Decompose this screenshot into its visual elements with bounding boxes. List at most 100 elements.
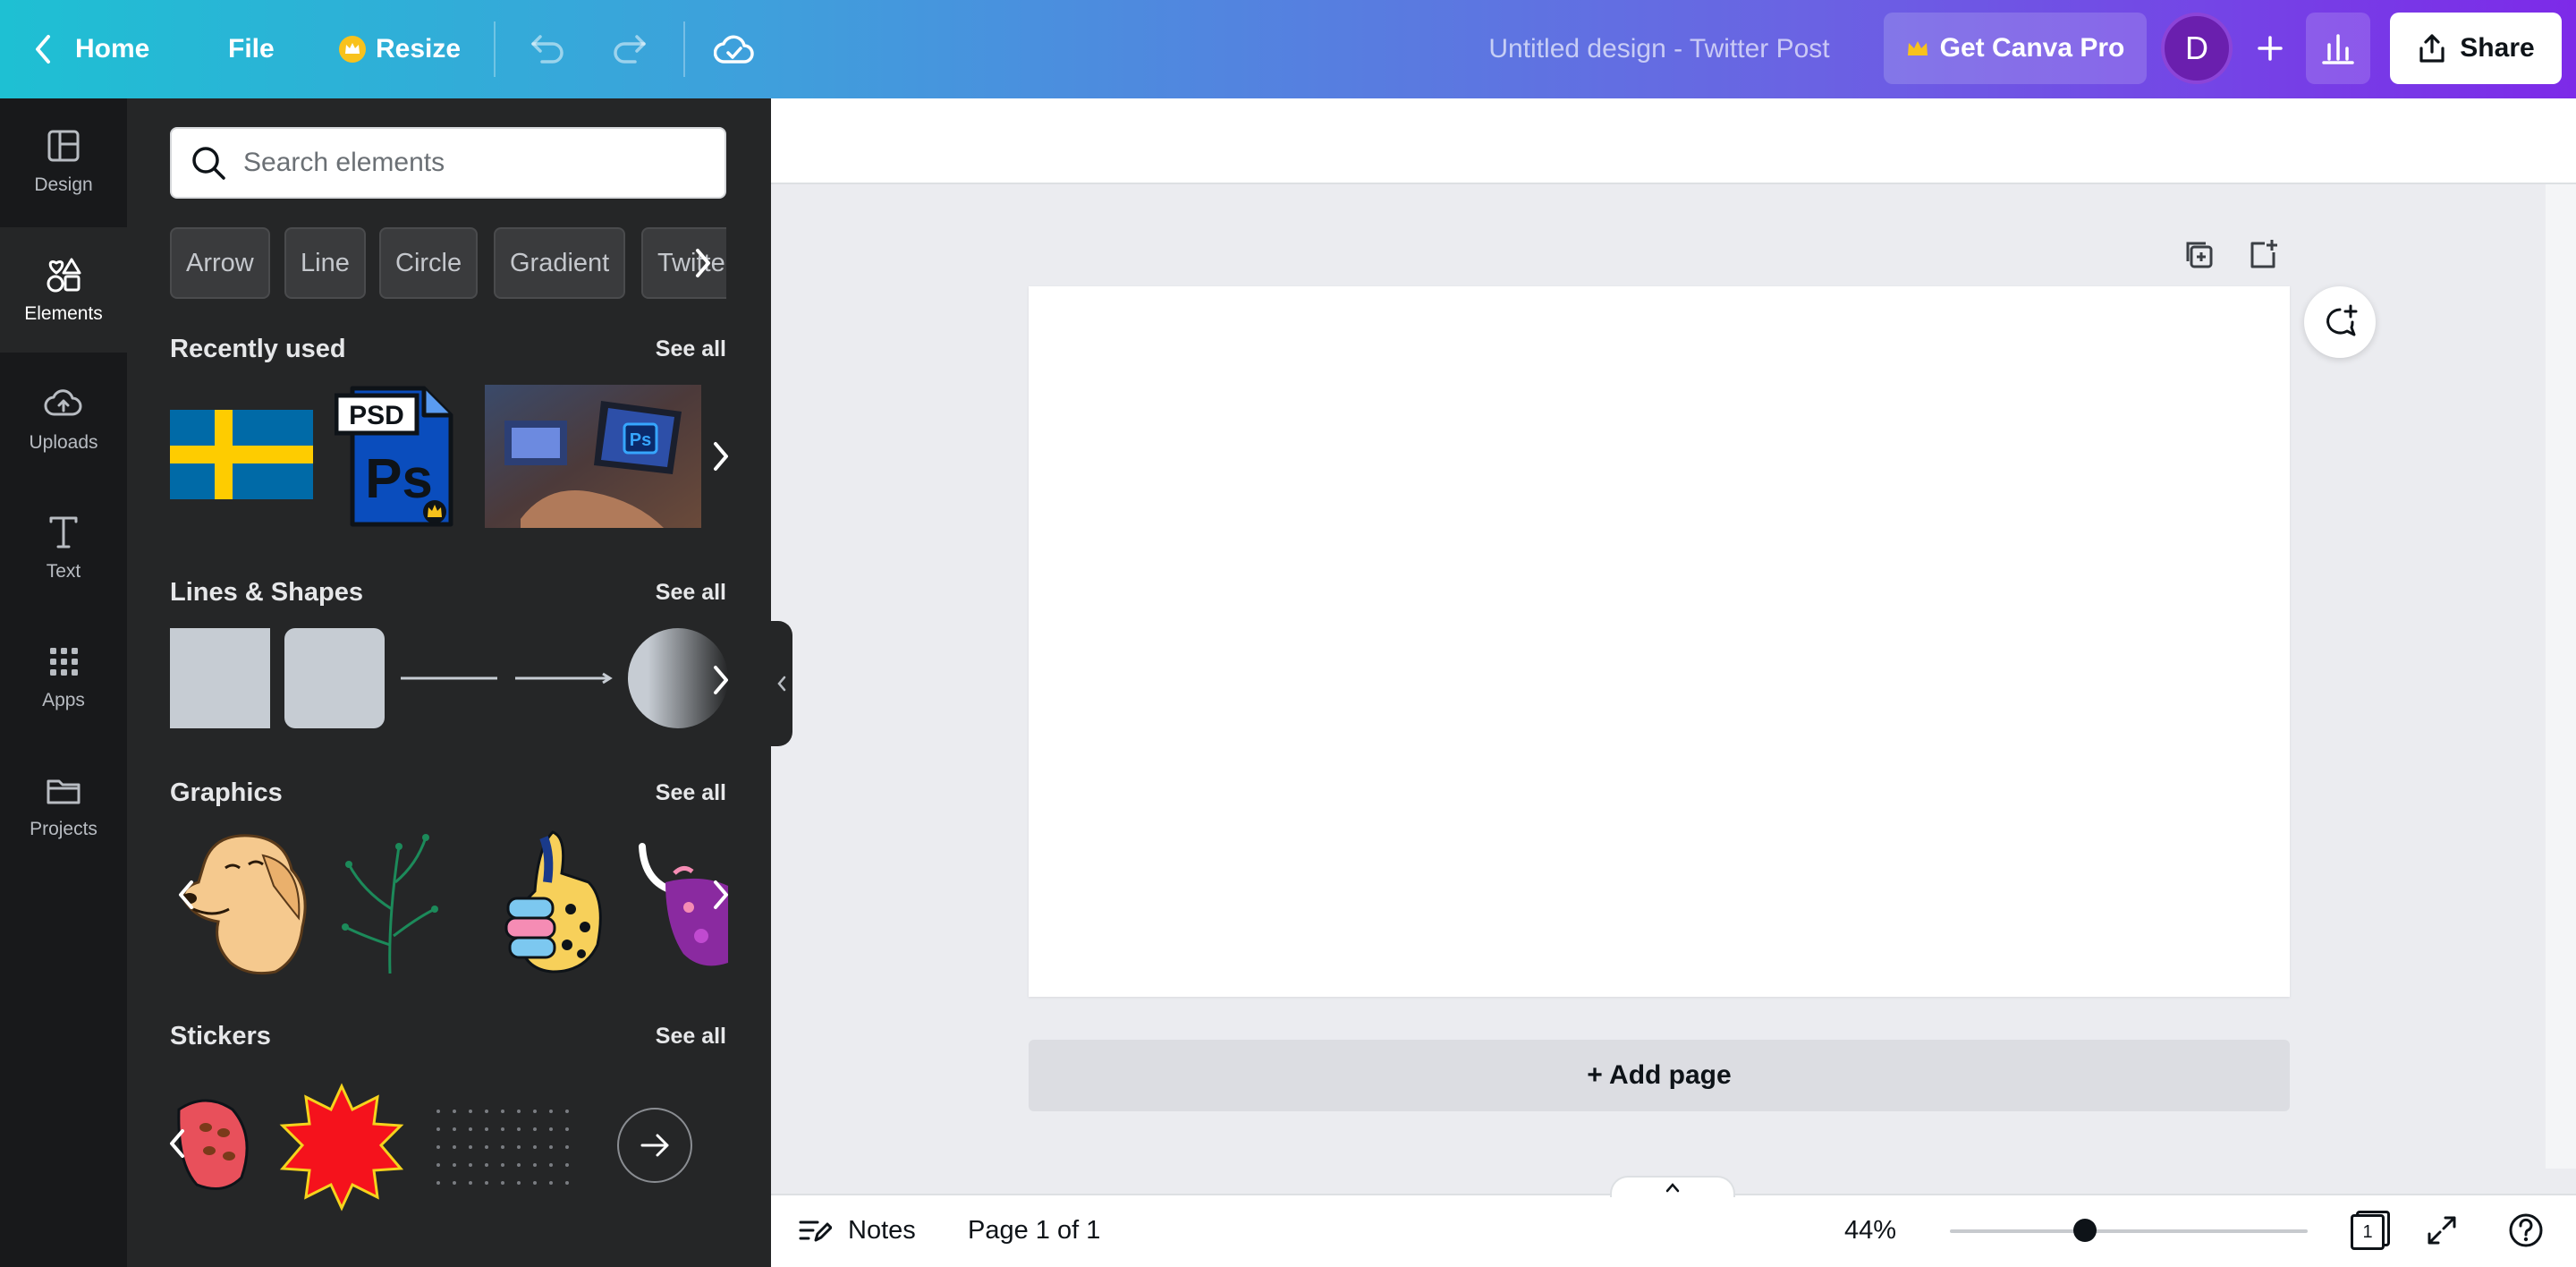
ps-label: Ps bbox=[365, 448, 433, 510]
add-page-icon bbox=[2250, 240, 2277, 268]
undo-icon bbox=[531, 35, 564, 64]
rail-item-elements[interactable]: Elements bbox=[0, 227, 127, 353]
crown-icon bbox=[339, 36, 366, 63]
show-pages-button[interactable] bbox=[1610, 1176, 1735, 1197]
chip-gradient[interactable]: Gradient bbox=[494, 227, 626, 299]
page-indicator: Page 1 of 1 bbox=[968, 1215, 1101, 1245]
see-all-recent-link[interactable]: See all bbox=[656, 336, 726, 362]
divider bbox=[683, 21, 685, 77]
undo-button[interactable] bbox=[528, 0, 567, 98]
see-all-stickers-link[interactable]: See all bbox=[656, 1024, 726, 1050]
line-shape-tile[interactable] bbox=[399, 671, 499, 685]
thumbs-up-graphic-tile[interactable] bbox=[499, 829, 610, 975]
rail-item-projects[interactable]: Projects bbox=[0, 743, 127, 868]
grid-icon bbox=[50, 648, 78, 676]
ps-label: Ps bbox=[630, 430, 651, 450]
photo-laptop-tile[interactable]: Ps bbox=[485, 385, 701, 528]
rail-item-design[interactable]: Design bbox=[0, 98, 127, 224]
resize-label: Resize bbox=[376, 34, 462, 64]
contextual-toolbar bbox=[771, 98, 2576, 184]
zoom-slider-track[interactable] bbox=[1950, 1229, 2308, 1233]
canvas-scrollbar[interactable] bbox=[2546, 184, 2576, 1169]
expand-icon bbox=[2428, 1216, 2456, 1245]
stickers-prev-button[interactable] bbox=[163, 1208, 199, 1262]
duplicate-page-button[interactable] bbox=[2179, 234, 2218, 274]
home-label: Home bbox=[75, 34, 150, 64]
text-icon bbox=[49, 516, 78, 548]
notes-label: Notes bbox=[848, 1215, 916, 1245]
chevron-left-icon bbox=[170, 1129, 184, 1158]
left-rail: Design Elements Uploads Text Apps Projec… bbox=[0, 98, 127, 1267]
section-title-recent: Recently used bbox=[170, 335, 346, 363]
redo-button[interactable] bbox=[610, 0, 649, 98]
chevron-right-icon[interactable] bbox=[680, 240, 726, 286]
rail-label: Projects bbox=[30, 819, 97, 839]
bar-chart-icon bbox=[2322, 34, 2354, 64]
chip-line[interactable]: Line bbox=[284, 227, 366, 299]
insights-button[interactable] bbox=[2306, 13, 2370, 84]
design-page[interactable] bbox=[1029, 286, 2290, 997]
arrow-line-shape-tile[interactable] bbox=[513, 671, 614, 685]
rail-item-text[interactable]: Text bbox=[0, 485, 127, 610]
invite-button[interactable] bbox=[2234, 13, 2306, 84]
section-title-shapes: Lines & Shapes bbox=[170, 578, 363, 607]
layout-icon bbox=[47, 130, 80, 162]
crown-icon bbox=[423, 500, 446, 523]
search-box[interactable] bbox=[170, 127, 726, 199]
top-bar: Home File Resize Untitled design - Twitt… bbox=[0, 0, 2576, 98]
sweden-flag-tile[interactable] bbox=[170, 410, 313, 499]
rail-item-apps[interactable]: Apps bbox=[0, 614, 127, 739]
psd-file-icon-tile[interactable]: PSD Ps bbox=[335, 385, 469, 528]
arrow-right-icon bbox=[640, 1134, 669, 1157]
square-shape-tile[interactable] bbox=[170, 628, 270, 728]
get-canva-pro-button[interactable]: Get Canva Pro bbox=[1884, 13, 2147, 84]
save-status-button[interactable] bbox=[714, 0, 755, 98]
resize-button[interactable]: Resize bbox=[338, 0, 461, 98]
chip-arrow[interactable]: Arrow bbox=[170, 227, 270, 299]
crown-icon bbox=[1907, 41, 1928, 55]
zoom-percentage[interactable]: 44% bbox=[1844, 1194, 1896, 1267]
comment-plus-icon bbox=[2326, 304, 2358, 336]
dot-grid-sticker-tile[interactable] bbox=[431, 1104, 574, 1190]
see-all-shapes-link[interactable]: See all bbox=[656, 580, 726, 606]
add-page-icon-button[interactable] bbox=[2243, 234, 2283, 274]
pro-label: Get Canva Pro bbox=[1939, 33, 2125, 63]
notes-button[interactable]: Notes bbox=[798, 1194, 916, 1267]
graphics-next-button[interactable] bbox=[703, 868, 739, 922]
notes-icon bbox=[799, 1220, 832, 1242]
recent-next-button[interactable] bbox=[703, 429, 739, 483]
starburst-sticker-tile[interactable] bbox=[277, 1083, 406, 1212]
stickers-prev-button[interactable] bbox=[159, 1117, 195, 1170]
chip-circle[interactable]: Circle bbox=[379, 227, 479, 299]
redo-icon bbox=[614, 35, 646, 64]
suggestion-chips: Arrow Line Circle Gradient Twitter bbox=[170, 227, 726, 299]
help-icon bbox=[2509, 1213, 2543, 1247]
rounded-square-shape-tile[interactable] bbox=[284, 628, 385, 728]
rail-item-uploads[interactable]: Uploads bbox=[0, 356, 127, 481]
folder-icon bbox=[47, 779, 80, 804]
duplicate-icon bbox=[2186, 242, 2213, 268]
share-icon bbox=[2419, 34, 2445, 63]
design-title[interactable]: Untitled design - Twitter Post bbox=[1440, 0, 1878, 98]
add-page-button[interactable]: + Add page bbox=[1029, 1040, 2290, 1111]
add-comment-button[interactable] bbox=[2304, 286, 2376, 358]
avatar[interactable]: D bbox=[2161, 13, 2233, 84]
rail-label: Elements bbox=[24, 303, 103, 324]
help-button[interactable] bbox=[2508, 1194, 2544, 1267]
section-title-stickers: Stickers bbox=[170, 1022, 271, 1050]
section-title-graphics: Graphics bbox=[170, 778, 283, 807]
chevron-right-icon bbox=[714, 880, 728, 909]
see-all-graphics-link[interactable]: See all bbox=[656, 780, 726, 806]
page-count-button[interactable]: 1 bbox=[2351, 1194, 2390, 1267]
home-button[interactable]: Home bbox=[34, 0, 149, 98]
file-menu-button[interactable]: File bbox=[228, 0, 275, 98]
branch-graphic-tile[interactable] bbox=[336, 829, 453, 975]
share-button[interactable]: Share bbox=[2390, 13, 2562, 84]
rail-label: Design bbox=[34, 174, 93, 195]
shapes-next-button[interactable] bbox=[703, 653, 739, 707]
search-input[interactable] bbox=[243, 148, 708, 178]
graphics-prev-button[interactable] bbox=[168, 868, 204, 922]
fullscreen-button[interactable] bbox=[2426, 1194, 2458, 1267]
stickers-next-button[interactable] bbox=[617, 1108, 692, 1183]
collapse-panel-button[interactable] bbox=[771, 621, 792, 746]
